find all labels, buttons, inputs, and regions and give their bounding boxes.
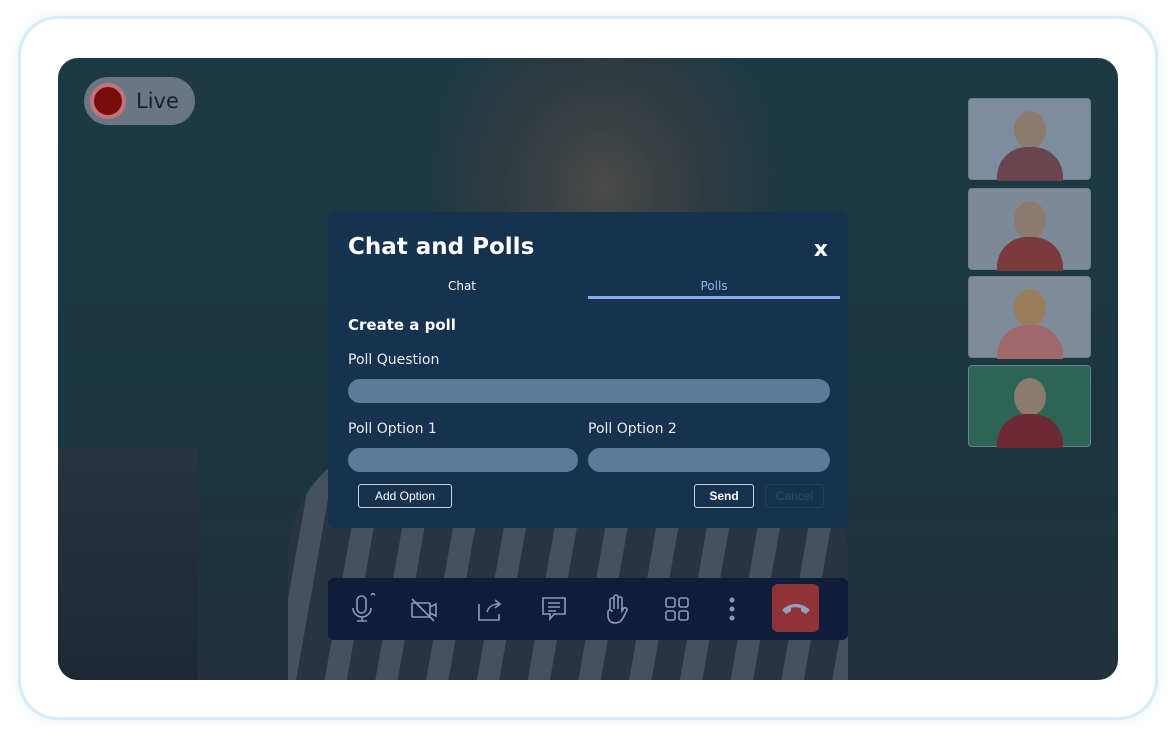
grid-view-icon[interactable]: [659, 592, 695, 626]
participant-thumbnail[interactable]: [968, 276, 1091, 359]
record-icon: [90, 83, 126, 119]
camera-off-icon[interactable]: [406, 592, 442, 626]
more-icon[interactable]: [714, 592, 750, 626]
live-label: Live: [136, 89, 179, 113]
call-toolbar: [328, 578, 848, 640]
cancel-button[interactable]: Cancel: [765, 484, 824, 508]
chat-icon[interactable]: [536, 592, 572, 626]
participant-thumbnail[interactable]: [968, 365, 1091, 448]
close-button[interactable]: x: [814, 237, 828, 262]
poll-option-1-input[interactable]: [348, 448, 578, 472]
send-button[interactable]: Send: [694, 484, 754, 508]
poll-question-label: Poll Question: [348, 352, 440, 368]
poll-option-2-label: Poll Option 2: [588, 421, 677, 437]
live-badge: Live: [84, 77, 195, 125]
chat-polls-dialog: Chat and Polls x Chat Polls Create a pol…: [328, 212, 848, 528]
background-shelf: [58, 448, 198, 680]
raise-hand-icon[interactable]: [598, 592, 634, 626]
section-title: Create a poll: [348, 316, 456, 334]
share-screen-icon[interactable]: [472, 592, 508, 626]
microphone-icon[interactable]: [344, 592, 380, 626]
end-call-button[interactable]: [772, 584, 819, 632]
participant-thumbnail[interactable]: [968, 188, 1091, 271]
tab-polls[interactable]: Polls: [588, 279, 840, 299]
tab-chat[interactable]: Chat: [336, 279, 588, 299]
add-option-button[interactable]: Add Option: [358, 484, 452, 508]
end-call-icon: [781, 604, 810, 614]
poll-question-input[interactable]: [348, 379, 830, 403]
poll-option-2-input[interactable]: [588, 448, 830, 472]
participant-thumbnail[interactable]: [968, 98, 1091, 181]
poll-option-1-label: Poll Option 1: [348, 421, 437, 437]
dialog-title: Chat and Polls: [348, 234, 535, 260]
